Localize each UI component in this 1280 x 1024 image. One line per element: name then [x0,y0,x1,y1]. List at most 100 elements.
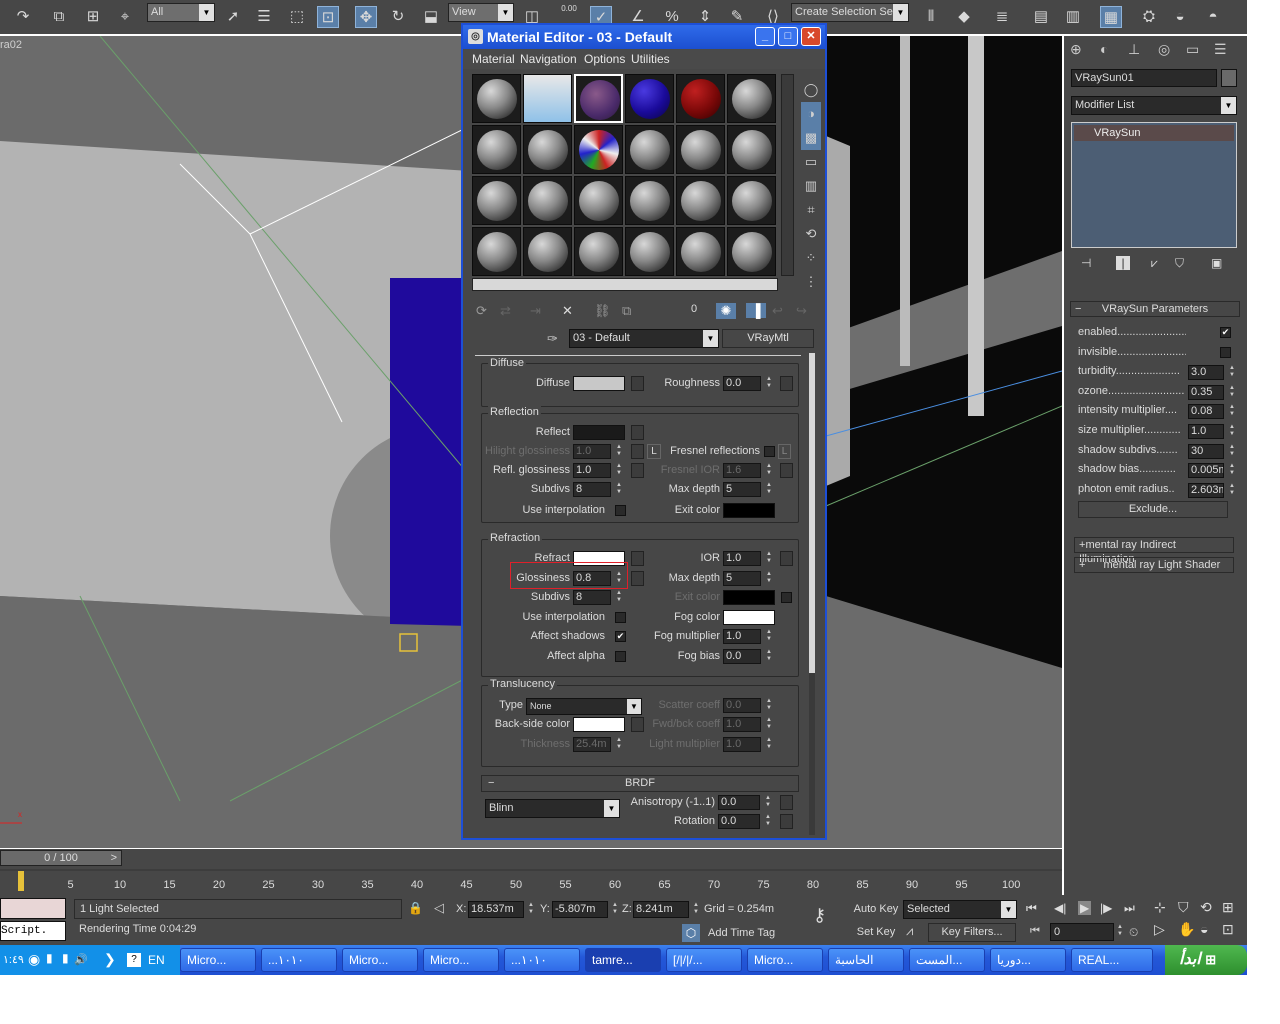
pin-stack-icon[interactable]: ⊣ [1081,256,1091,270]
exclude-button[interactable]: Exclude... [1078,501,1228,518]
volume-icon[interactable]: ▮ [62,951,69,965]
go-to-end-icon[interactable]: ⏭ [1124,901,1135,916]
sample-slot[interactable] [676,176,725,225]
spinner-arrows-icon[interactable]: ▲ ▼ [1116,924,1124,939]
material-map-navigator-icon[interactable]: ⋮ [801,270,821,294]
region-select-icon[interactable]: ⬚ [286,6,308,28]
track-bar[interactable]: 5 10 15 20 25 30 35 40 45 50 55 60 65 70 75 80 85 90 95 100 [0,869,1062,895]
spinner-arrows-icon[interactable]: ▲ ▼ [765,698,773,713]
select-link-icon[interactable]: ⧉ [48,6,70,28]
get-material-icon[interactable]: ⟳ [476,303,487,319]
brdf-rollout-header[interactable]: − BRDF [481,775,799,792]
spinner-arrows-icon[interactable]: ▲ ▼ [764,795,772,810]
zoom-extents-icon[interactable]: ⟲ [1200,899,1212,916]
zoom-icon[interactable]: ⊹ [1154,899,1166,916]
spinner-arrows-icon[interactable]: ▲ ▼ [527,902,535,917]
maxscript-listener-top[interactable] [0,898,66,919]
mirror-icon[interactable]: ⫴ [920,6,942,28]
add-time-tag-button[interactable]: Add Time Tag [704,924,804,942]
sample-slot[interactable] [523,227,572,276]
reset-map-icon[interactable]: ✕ [562,303,573,319]
menu-navigation[interactable]: Navigation [520,52,577,66]
mr-indirect-illum-rollout[interactable]: +mental ray Indirect Illumination [1074,537,1234,565]
sample-slot[interactable] [472,176,521,225]
video-color-check-icon[interactable]: ▥ [801,174,821,198]
ref-coord-dropdown[interactable]: View ▼ [448,3,514,22]
rotate-icon[interactable]: ↻ [387,6,409,28]
chevron-down-icon[interactable]: ▼ [604,800,619,817]
menu-material[interactable]: Material [472,52,515,66]
rotation-map-button[interactable] [780,814,793,829]
zoom-extents-all-icon[interactable]: ⊞ [1222,899,1234,916]
ior-input[interactable]: 1.0 [723,551,761,566]
time-tag-icon[interactable]: ⬡ [682,924,700,942]
sample-slot[interactable] [574,227,623,276]
sample-type-icon[interactable]: ◯ [801,78,821,102]
make-unique-icon[interactable]: ⩗ [1151,256,1158,271]
vraysun-param-checkbox[interactable]: ✔ [1220,327,1231,338]
display-tab-icon[interactable]: ▭ [1186,41,1199,58]
put-to-scene-icon[interactable]: ⇄ [500,303,511,319]
spinner-arrows-icon[interactable]: ▲ ▼ [1228,365,1236,380]
help-icon[interactable]: ? [127,953,141,967]
taskbar-task[interactable]: [/|/|/... [666,948,742,972]
reflection-use-interp-checkbox[interactable] [615,505,626,516]
lock-hilight-button[interactable]: L [647,444,661,459]
taskbar-task[interactable]: الحاسبة [828,948,904,972]
key-set-dropdown[interactable]: Selected ▼ [903,900,1017,919]
start-button[interactable]: ابدأ ⊞ [1165,945,1247,975]
sample-slot[interactable] [625,227,674,276]
rotation-input[interactable]: 0.0 [718,814,760,829]
roughness-map-button[interactable] [780,376,793,391]
chevron-down-icon[interactable]: ▼ [1001,901,1016,918]
fog-multiplier-input[interactable]: 1.0 [723,629,761,644]
lock-selection-icon[interactable]: 🔒 [408,901,423,915]
pick-material-icon[interactable]: ✑ [547,331,558,347]
go-to-start-icon[interactable]: ⏮ [1026,901,1037,916]
menu-utilities[interactable]: Utilities [631,52,670,66]
viewport-label[interactable]: ra02 [0,39,22,51]
brdf-type-dropdown[interactable]: Blinn ▼ [485,799,620,818]
backlight-icon[interactable]: ◑ [801,102,821,126]
spinner-arrows-icon[interactable]: ▲ ▼ [1228,463,1236,478]
reflect-color-swatch[interactable] [573,425,625,440]
spinner-arrows-icon[interactable]: ▲ ▼ [1228,404,1236,419]
spinner-arrows-icon[interactable]: ▲ ▼ [615,482,623,497]
unlink-icon[interactable]: ⊞ [82,6,104,28]
show-end-result-icon[interactable]: | [1116,256,1130,270]
sample-slot[interactable] [574,125,623,174]
spinner-arrows-icon[interactable]: ▲ ▼ [765,463,773,478]
anisotropy-map-button[interactable] [780,795,793,810]
taskbar-task[interactable]: دوريا... [990,948,1066,972]
taskbar-task[interactable]: REAL... [1071,948,1153,972]
sample-slot[interactable] [472,125,521,174]
spinner-arrows-icon[interactable]: ▲ ▼ [611,902,619,917]
time-slider[interactable]: 0 / 100 > [0,850,122,866]
refl-glossiness-map-button[interactable] [631,463,644,478]
object-color-swatch[interactable] [1221,69,1237,87]
sample-slot[interactable] [625,74,674,123]
scatter-coeff-input[interactable]: 0.0 [723,698,761,713]
taskbar-task[interactable]: Micro... [747,948,823,972]
put-to-library-icon[interactable]: ⧉ [622,303,631,319]
refl-glossiness-input[interactable]: 1.0 [573,463,611,478]
z-coord-input[interactable]: 8.241m [633,901,689,918]
spinner-arrows-icon[interactable]: ▲ ▼ [765,717,773,732]
material-editor-icon[interactable]: ▦ [1100,6,1122,28]
spinner-arrows-icon[interactable]: ▲ ▼ [765,629,773,644]
key-filters-button[interactable]: Key Filters... [928,923,1016,942]
back-side-color-swatch[interactable] [573,717,625,732]
vraysun-param-input[interactable]: 2.603m [1188,482,1224,498]
sample-slot[interactable] [727,125,776,174]
play-icon[interactable]: ▶ [1078,901,1092,915]
sample-slot[interactable] [523,74,572,123]
maximize-viewport-icon[interactable]: ⊡ [1222,921,1234,938]
bind-space-warp-icon[interactable]: ⌖ [114,6,136,28]
light-multiplier-input[interactable]: 1.0 [723,737,761,752]
clock[interactable]: ١:٤٩ [3,953,24,966]
taskbar-task[interactable]: ...١٠١٠ [504,948,580,972]
spinner-arrows-icon[interactable]: ▲ ▼ [615,463,623,478]
menu-options[interactable]: Options [584,52,625,66]
vraysun-param-input[interactable]: 0.005m [1188,463,1224,479]
time-config-icon[interactable]: ⏲ [1129,925,1138,940]
